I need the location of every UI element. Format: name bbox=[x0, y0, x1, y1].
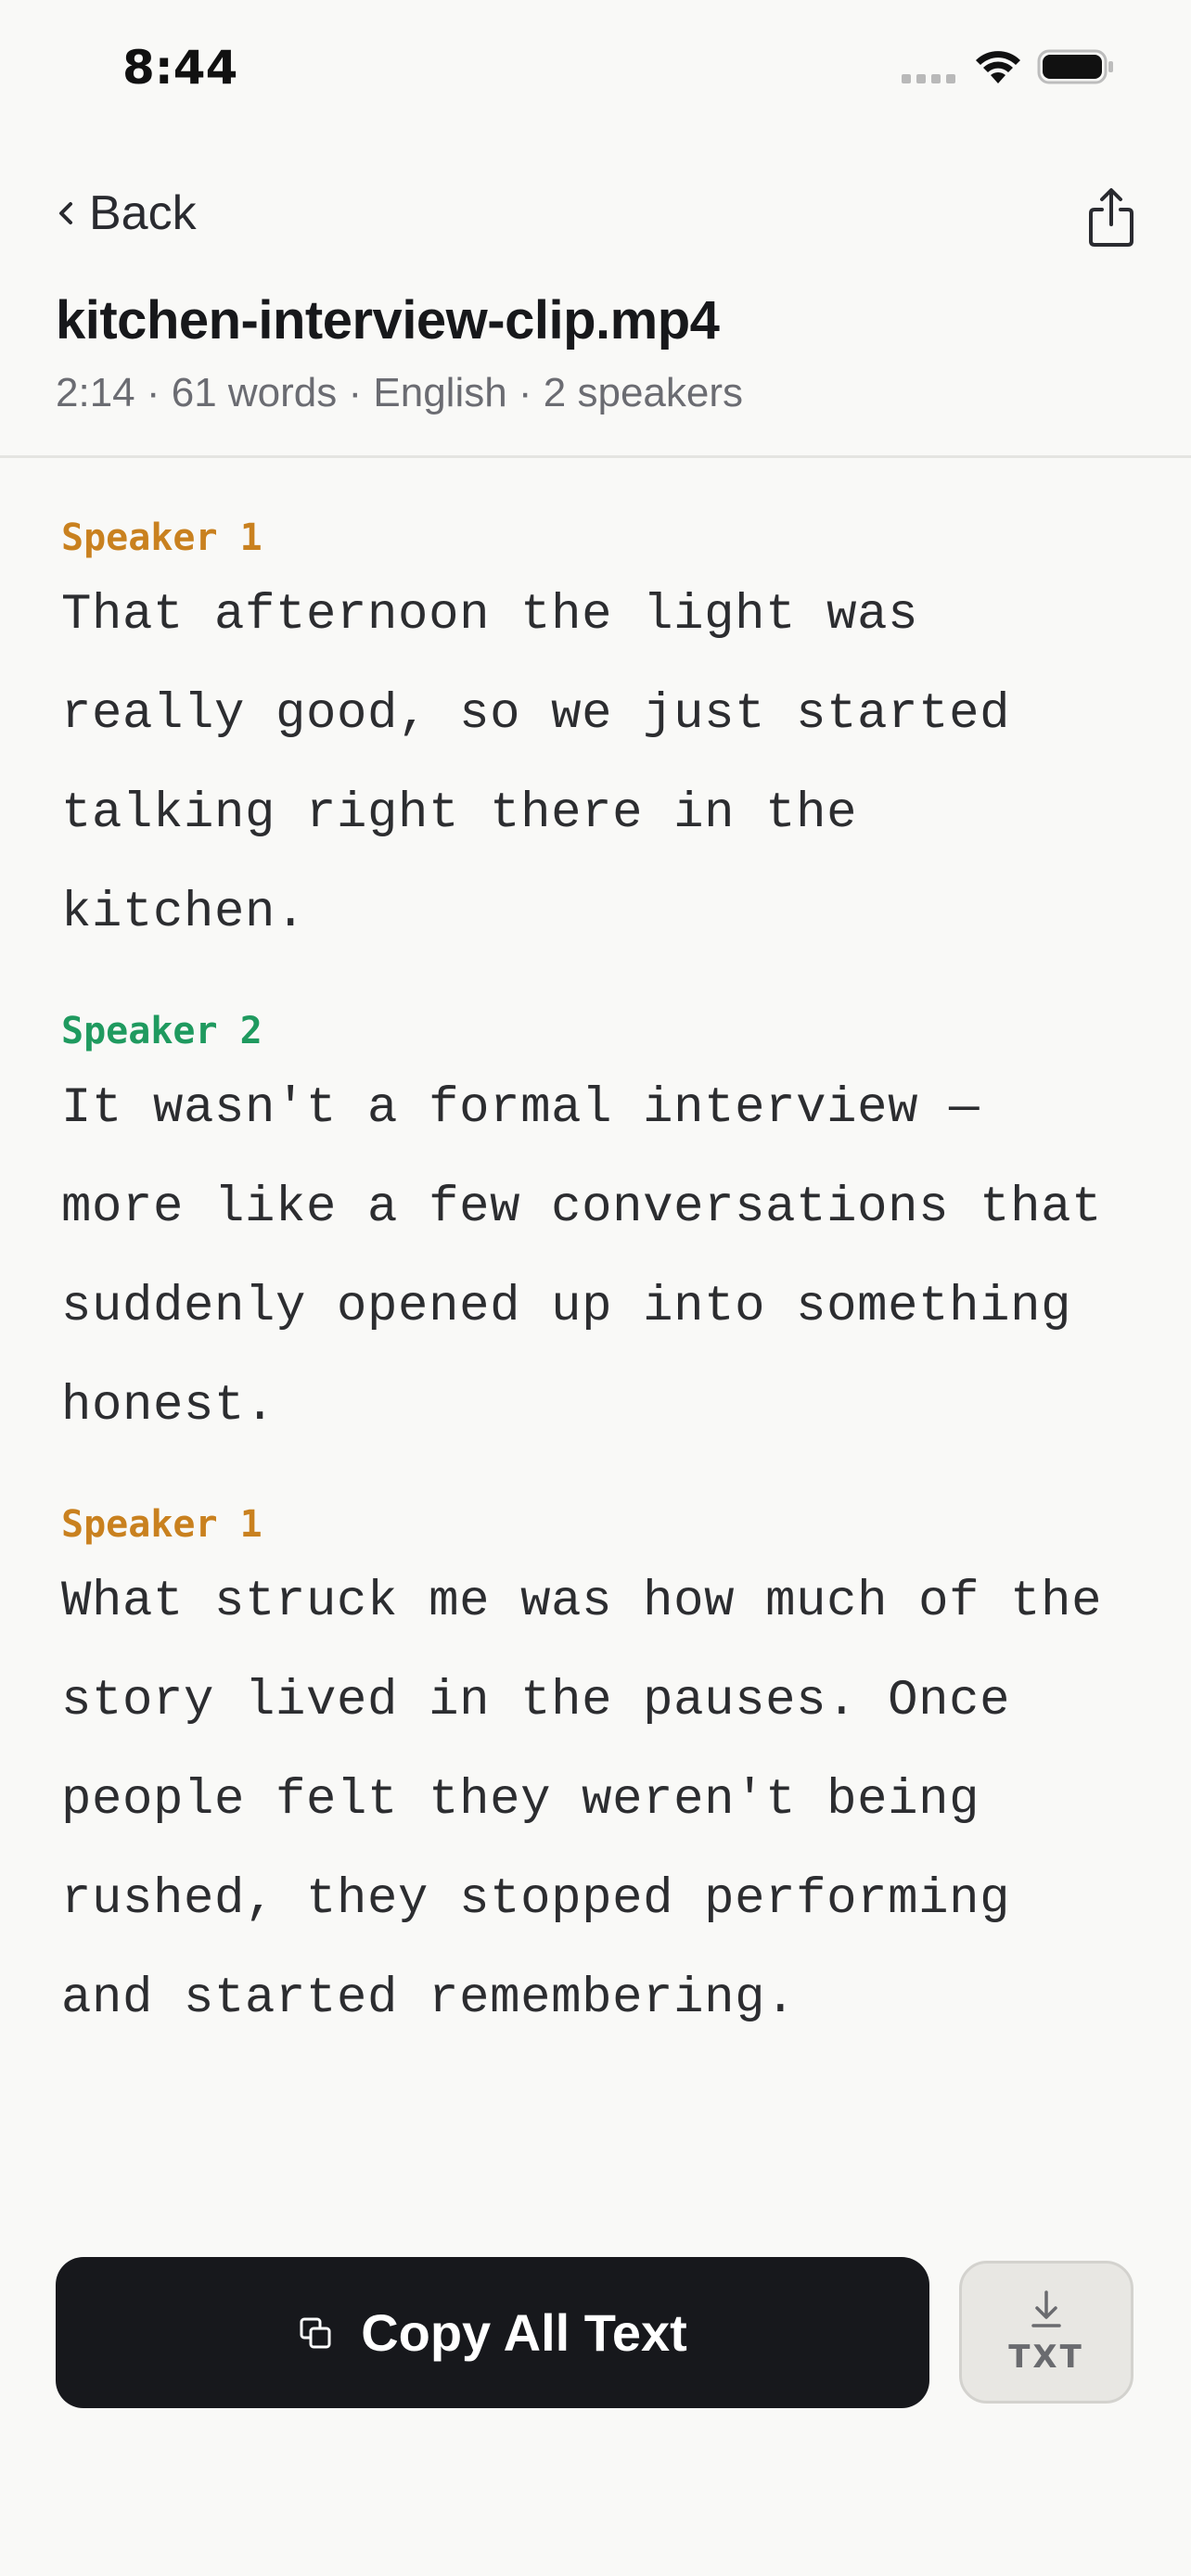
transcript: Speaker 1 That afternoon the light was r… bbox=[61, 510, 1137, 2089]
transcript-segment: Speaker 1 What struck me was how much of… bbox=[61, 1497, 1137, 2048]
cellular-signal-icon bbox=[902, 74, 957, 83]
segment-text: It wasn't a formal interview — more like… bbox=[61, 1080, 1103, 1435]
wifi-icon bbox=[976, 51, 1020, 83]
download-icon bbox=[1031, 2290, 1061, 2327]
header-divider bbox=[0, 455, 1191, 458]
download-txt-button[interactable]: TXT bbox=[959, 2261, 1133, 2404]
back-button[interactable]: Back bbox=[56, 181, 197, 246]
download-txt-label: TXT bbox=[1008, 2339, 1084, 2376]
speaker-label: Speaker 2 bbox=[61, 1010, 263, 1052]
speaker-label: Speaker 1 bbox=[61, 516, 263, 559]
copy-all-button[interactable]: Copy All Text bbox=[56, 2257, 929, 2408]
chevron-left-icon bbox=[59, 202, 72, 224]
copy-all-label: Copy All Text bbox=[361, 2303, 687, 2362]
file-title: kitchen-interview-clip.mp4 bbox=[56, 290, 720, 351]
status-time: 8:44 bbox=[122, 41, 238, 95]
segment-text: That afternoon the light was really good… bbox=[61, 587, 1011, 941]
battery-icon bbox=[1037, 49, 1113, 84]
copy-icon bbox=[300, 2317, 331, 2348]
file-meta: 2:14 · 61 words · English · 2 speakers bbox=[56, 370, 744, 415]
segment-text: What struck me was how much of the story… bbox=[61, 1574, 1103, 2027]
speaker-label: Speaker 1 bbox=[61, 1503, 263, 1546]
share-icon[interactable] bbox=[1083, 185, 1139, 250]
back-label: Back bbox=[89, 186, 197, 240]
transcript-segment: Speaker 1 That afternoon the light was r… bbox=[61, 510, 1137, 963]
transcript-segment: Speaker 2 It wasn't a formal interview —… bbox=[61, 1003, 1137, 1456]
